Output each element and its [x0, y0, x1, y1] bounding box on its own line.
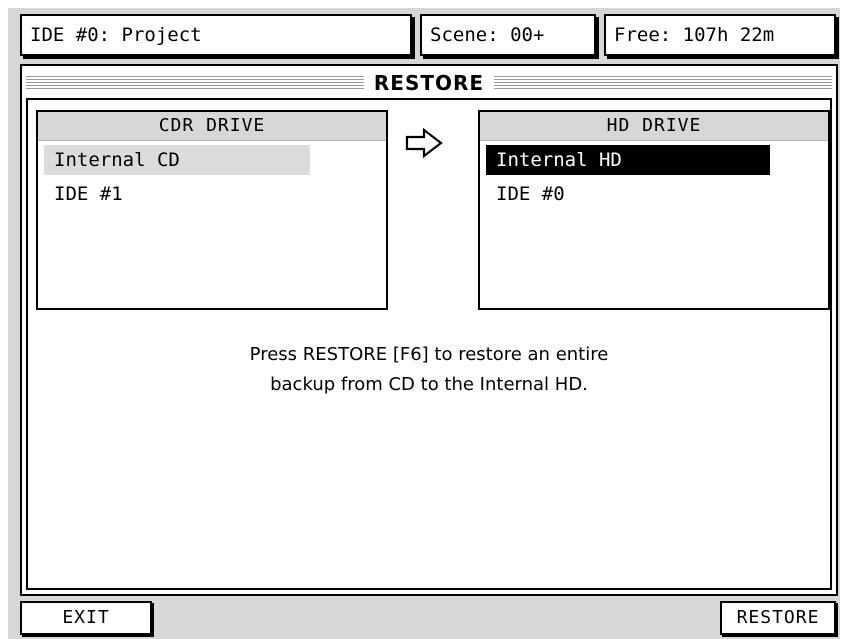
exit-button[interactable]: EXIT — [20, 601, 152, 635]
free-space-status: Free: 107h 22m — [604, 14, 836, 56]
scene-status: Scene: 00+ — [420, 14, 596, 56]
instruction-line-1: Press RESTORE [F6] to restore an entire — [249, 344, 609, 365]
hd-drive-header: HD DRIVE — [480, 112, 828, 141]
instruction-line-2: backup from CD to the Internal HD. — [270, 374, 588, 395]
cdr-drive-item-ide-1[interactable]: IDE #1 — [44, 179, 310, 209]
cdr-drive-list: CDR DRIVE Internal CD IDE #1 — [36, 110, 388, 310]
restore-screen: IDE #0: Project Scene: 00+ Free: 107h 22… — [8, 8, 840, 639]
instruction-message: Press RESTORE [F6] to restore an entire … — [28, 340, 830, 400]
right-arrow-icon — [405, 128, 443, 158]
project-status: IDE #0: Project — [20, 14, 412, 56]
page-title: RESTORE — [363, 70, 495, 96]
restore-button[interactable]: RESTORE — [720, 601, 836, 635]
title-bar: RESTORE — [26, 70, 832, 96]
restore-panel: RESTORE CDR DRIVE Internal CD IDE #1 HD … — [20, 64, 838, 596]
restore-content: CDR DRIVE Internal CD IDE #1 HD DRIVE In… — [26, 98, 832, 590]
cdr-drive-item-internal-cd[interactable]: Internal CD — [44, 145, 310, 175]
hd-drive-item-internal-hd[interactable]: Internal HD — [486, 145, 770, 175]
hd-drive-item-ide-0[interactable]: IDE #0 — [486, 179, 752, 209]
hd-drive-list: HD DRIVE Internal HD IDE #0 — [478, 110, 830, 310]
cdr-drive-header: CDR DRIVE — [38, 112, 386, 141]
